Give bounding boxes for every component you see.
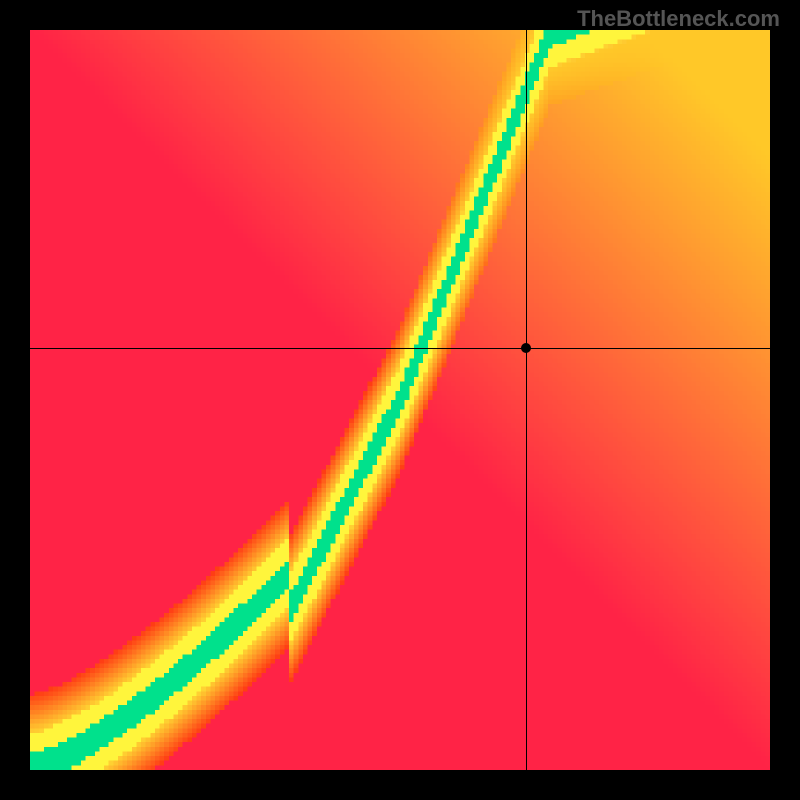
- chart-frame: TheBottleneck.com: [0, 0, 800, 800]
- crosshair-vertical: [526, 30, 527, 770]
- selected-point-marker: [521, 343, 531, 353]
- heatmap-canvas: [30, 30, 770, 770]
- crosshair-horizontal: [30, 348, 770, 349]
- watermark-text: TheBottleneck.com: [577, 6, 780, 32]
- heatmap-plot: [30, 30, 770, 770]
